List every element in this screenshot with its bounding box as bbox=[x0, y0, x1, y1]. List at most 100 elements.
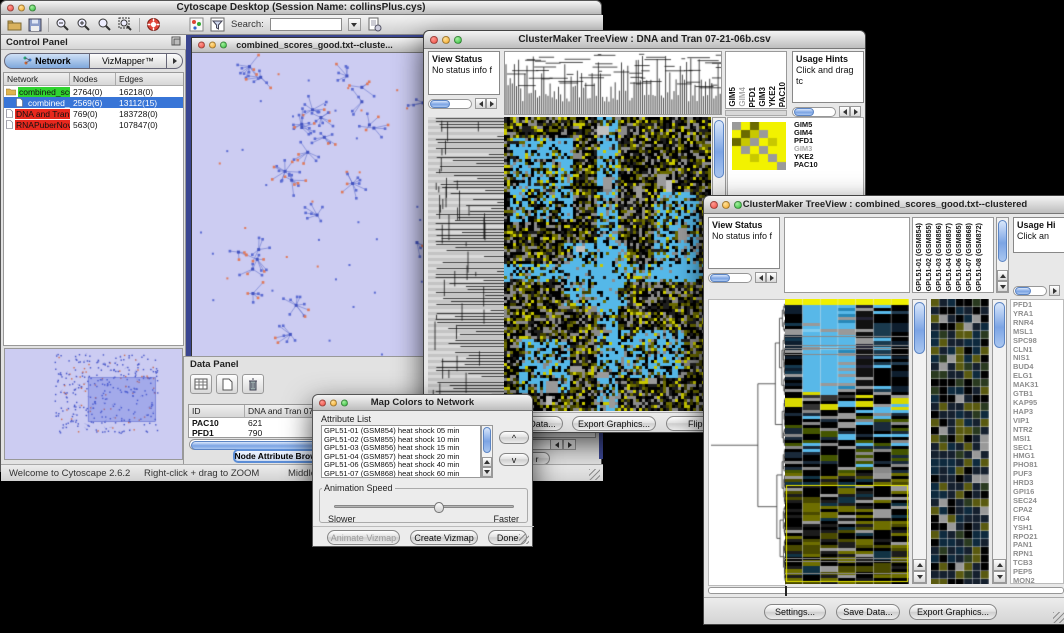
column-label[interactable]: PAC10 bbox=[778, 82, 787, 107]
dialog-title-bar[interactable]: Map Colors to Network bbox=[313, 395, 532, 411]
export-graphics-button[interactable]: Export Graphics... bbox=[909, 604, 997, 620]
gene-list-vscrollbar[interactable] bbox=[992, 299, 1007, 584]
close-button[interactable] bbox=[7, 4, 14, 11]
zoom-selected-icon[interactable] bbox=[97, 17, 112, 32]
column-label[interactable]: GIM4 bbox=[738, 87, 747, 107]
usage-hints-hscrollbar[interactable] bbox=[792, 107, 836, 117]
treeview1-title-bar[interactable]: ClusterMaker TreeView : DNA and Tran 07-… bbox=[424, 31, 865, 49]
usage-hints-hscrollbar[interactable] bbox=[1013, 286, 1047, 296]
column-label[interactable]: GPL51-06 (GSM865) bbox=[954, 223, 963, 291]
minimize-button[interactable] bbox=[330, 399, 337, 406]
scroll-right-button[interactable] bbox=[850, 106, 861, 117]
animation-speed-slider[interactable] bbox=[334, 505, 514, 508]
column-labels-vscrollbar[interactable] bbox=[996, 217, 1009, 293]
gene-list[interactable]: PFD1YRA1RNR4MSL1SPC98CLN1NIS1BUD4ELG1MAK… bbox=[1010, 299, 1064, 584]
new-file-icon[interactable] bbox=[216, 374, 238, 394]
scroll-right-button[interactable] bbox=[766, 272, 777, 283]
search-input[interactable] bbox=[270, 18, 342, 31]
export-graphics-button[interactable]: Export Graphics... bbox=[572, 416, 656, 431]
zoom-heatmap-canvas[interactable] bbox=[931, 299, 989, 584]
zoom-fit-icon[interactable] bbox=[118, 17, 133, 32]
gene-dendrogram-canvas[interactable] bbox=[708, 299, 786, 586]
view-status-hscrollbar[interactable] bbox=[708, 273, 752, 283]
save-data-button[interactable]: Save Data... bbox=[836, 604, 900, 620]
column-dendrogram-canvas[interactable] bbox=[504, 51, 722, 115]
search-dropdown-button[interactable] bbox=[348, 18, 361, 31]
close-button[interactable] bbox=[319, 399, 326, 406]
scroll-right-button[interactable] bbox=[563, 439, 576, 450]
column-label[interactable]: GPL51-03 (GSM856) bbox=[934, 223, 943, 291]
scroll-left-button[interactable] bbox=[550, 439, 563, 450]
scroll-right-button[interactable] bbox=[1049, 285, 1060, 296]
network-row[interactable]: RNAPuberNov2+ 563(0) 107847(0) bbox=[4, 119, 183, 130]
scroll-down-button[interactable] bbox=[913, 571, 926, 583]
tab-vizmapper[interactable]: VizMapper™ bbox=[90, 53, 167, 69]
view-status-hscrollbar[interactable] bbox=[428, 99, 472, 109]
move-up-button[interactable]: ^ bbox=[499, 431, 529, 444]
column-label[interactable]: GIM3 bbox=[758, 87, 767, 107]
resize-grip[interactable] bbox=[519, 534, 529, 544]
row-label[interactable]: PAC10 bbox=[794, 161, 854, 169]
birdseye-overview-canvas[interactable] bbox=[4, 348, 183, 460]
mini-matrix-canvas[interactable] bbox=[732, 122, 786, 170]
column-label[interactable]: GPL51-08 (GSM872) bbox=[974, 223, 983, 291]
scroll-right-button[interactable] bbox=[486, 98, 497, 109]
column-label[interactable]: GPL51-07 (GSM868) bbox=[964, 223, 973, 291]
network-canvas[interactable] bbox=[192, 53, 437, 360]
slider-handle[interactable] bbox=[434, 502, 444, 513]
treeview2-column-labels[interactable]: GPL51-01 (GSM854)GPL51-02 (GSM855)GPL51-… bbox=[912, 217, 994, 293]
close-button[interactable] bbox=[710, 201, 718, 209]
column-label[interactable]: GPL51-04 (GSM857) bbox=[944, 223, 953, 291]
column-label[interactable]: GPL51-02 (GSM855) bbox=[924, 223, 933, 291]
scroll-up-button[interactable] bbox=[913, 559, 926, 571]
save-icon[interactable] bbox=[28, 18, 42, 32]
data-col-id[interactable]: ID bbox=[189, 405, 245, 418]
minimize-button[interactable] bbox=[722, 201, 730, 209]
main-heatmap-canvas[interactable] bbox=[504, 117, 711, 411]
gene-label[interactable]: MON2 bbox=[1013, 577, 1061, 584]
zoom-button[interactable] bbox=[29, 4, 36, 11]
minimize-button[interactable] bbox=[18, 4, 25, 11]
node-attribute-browser-button[interactable]: Node Attribute Brows bbox=[233, 449, 323, 463]
scroll-down-button[interactable] bbox=[482, 467, 492, 477]
zoom-button[interactable] bbox=[454, 36, 462, 44]
scroll-up-button[interactable] bbox=[997, 270, 1008, 281]
minimize-button[interactable] bbox=[209, 42, 216, 49]
heatmap-vscrollbar[interactable] bbox=[912, 299, 927, 584]
row-dendrogram-canvas[interactable] bbox=[428, 117, 504, 411]
column-label[interactable]: GIM5 bbox=[728, 87, 737, 107]
resize-grip[interactable] bbox=[589, 469, 600, 480]
col-header-nodes[interactable]: Nodes bbox=[70, 73, 116, 86]
network-settings-icon[interactable] bbox=[367, 17, 382, 32]
filter-icon[interactable] bbox=[210, 17, 225, 32]
zoom-button[interactable] bbox=[341, 399, 348, 406]
open-file-icon[interactable] bbox=[7, 18, 22, 32]
dialog-button[interactable]: Create Vizmap bbox=[410, 530, 478, 545]
minimize-button[interactable] bbox=[442, 36, 450, 44]
table-icon[interactable] bbox=[190, 374, 212, 394]
float-panel-icon[interactable] bbox=[171, 33, 181, 51]
zoom-out-icon[interactable] bbox=[55, 17, 70, 32]
attribute-item[interactable]: GPL51-07 (GSM868) heat shock 60 min bbox=[324, 470, 478, 478]
scroll-left-button[interactable] bbox=[755, 272, 766, 283]
tab-network[interactable]: Network bbox=[4, 53, 90, 69]
network-frame-title-bar[interactable]: combined_scores_good.txt--cluste... bbox=[192, 38, 437, 53]
main-title-bar[interactable]: Cytoscape Desktop (Session Name: collins… bbox=[1, 1, 601, 15]
close-button[interactable] bbox=[430, 36, 438, 44]
bottom-hscrollbar[interactable] bbox=[708, 587, 1064, 594]
zoom-button[interactable] bbox=[734, 201, 742, 209]
treeview1-row-labels[interactable]: GIM5GIM4PFD1GIM3YKE2PAC10 bbox=[794, 121, 854, 169]
col-header-edges[interactable]: Edges bbox=[116, 73, 183, 86]
scroll-down-button[interactable] bbox=[997, 281, 1008, 292]
zoom-button[interactable] bbox=[220, 42, 227, 49]
column-label[interactable]: GPL51-01 (GSM854) bbox=[914, 223, 923, 291]
attribute-list-vscrollbar[interactable] bbox=[481, 425, 493, 478]
resize-grip[interactable] bbox=[1053, 612, 1064, 623]
scroll-up-button[interactable] bbox=[482, 457, 492, 467]
zoom-in-icon[interactable] bbox=[76, 17, 91, 32]
scroll-up-button[interactable] bbox=[993, 559, 1006, 571]
scroll-left-button[interactable] bbox=[475, 98, 486, 109]
treeview1-column-labels[interactable]: GIM5GIM4PFD1GIM3YKE2PAC10 bbox=[725, 51, 787, 109]
tab-overflow-button[interactable] bbox=[167, 53, 183, 69]
column-label[interactable]: PFD1 bbox=[748, 87, 757, 107]
